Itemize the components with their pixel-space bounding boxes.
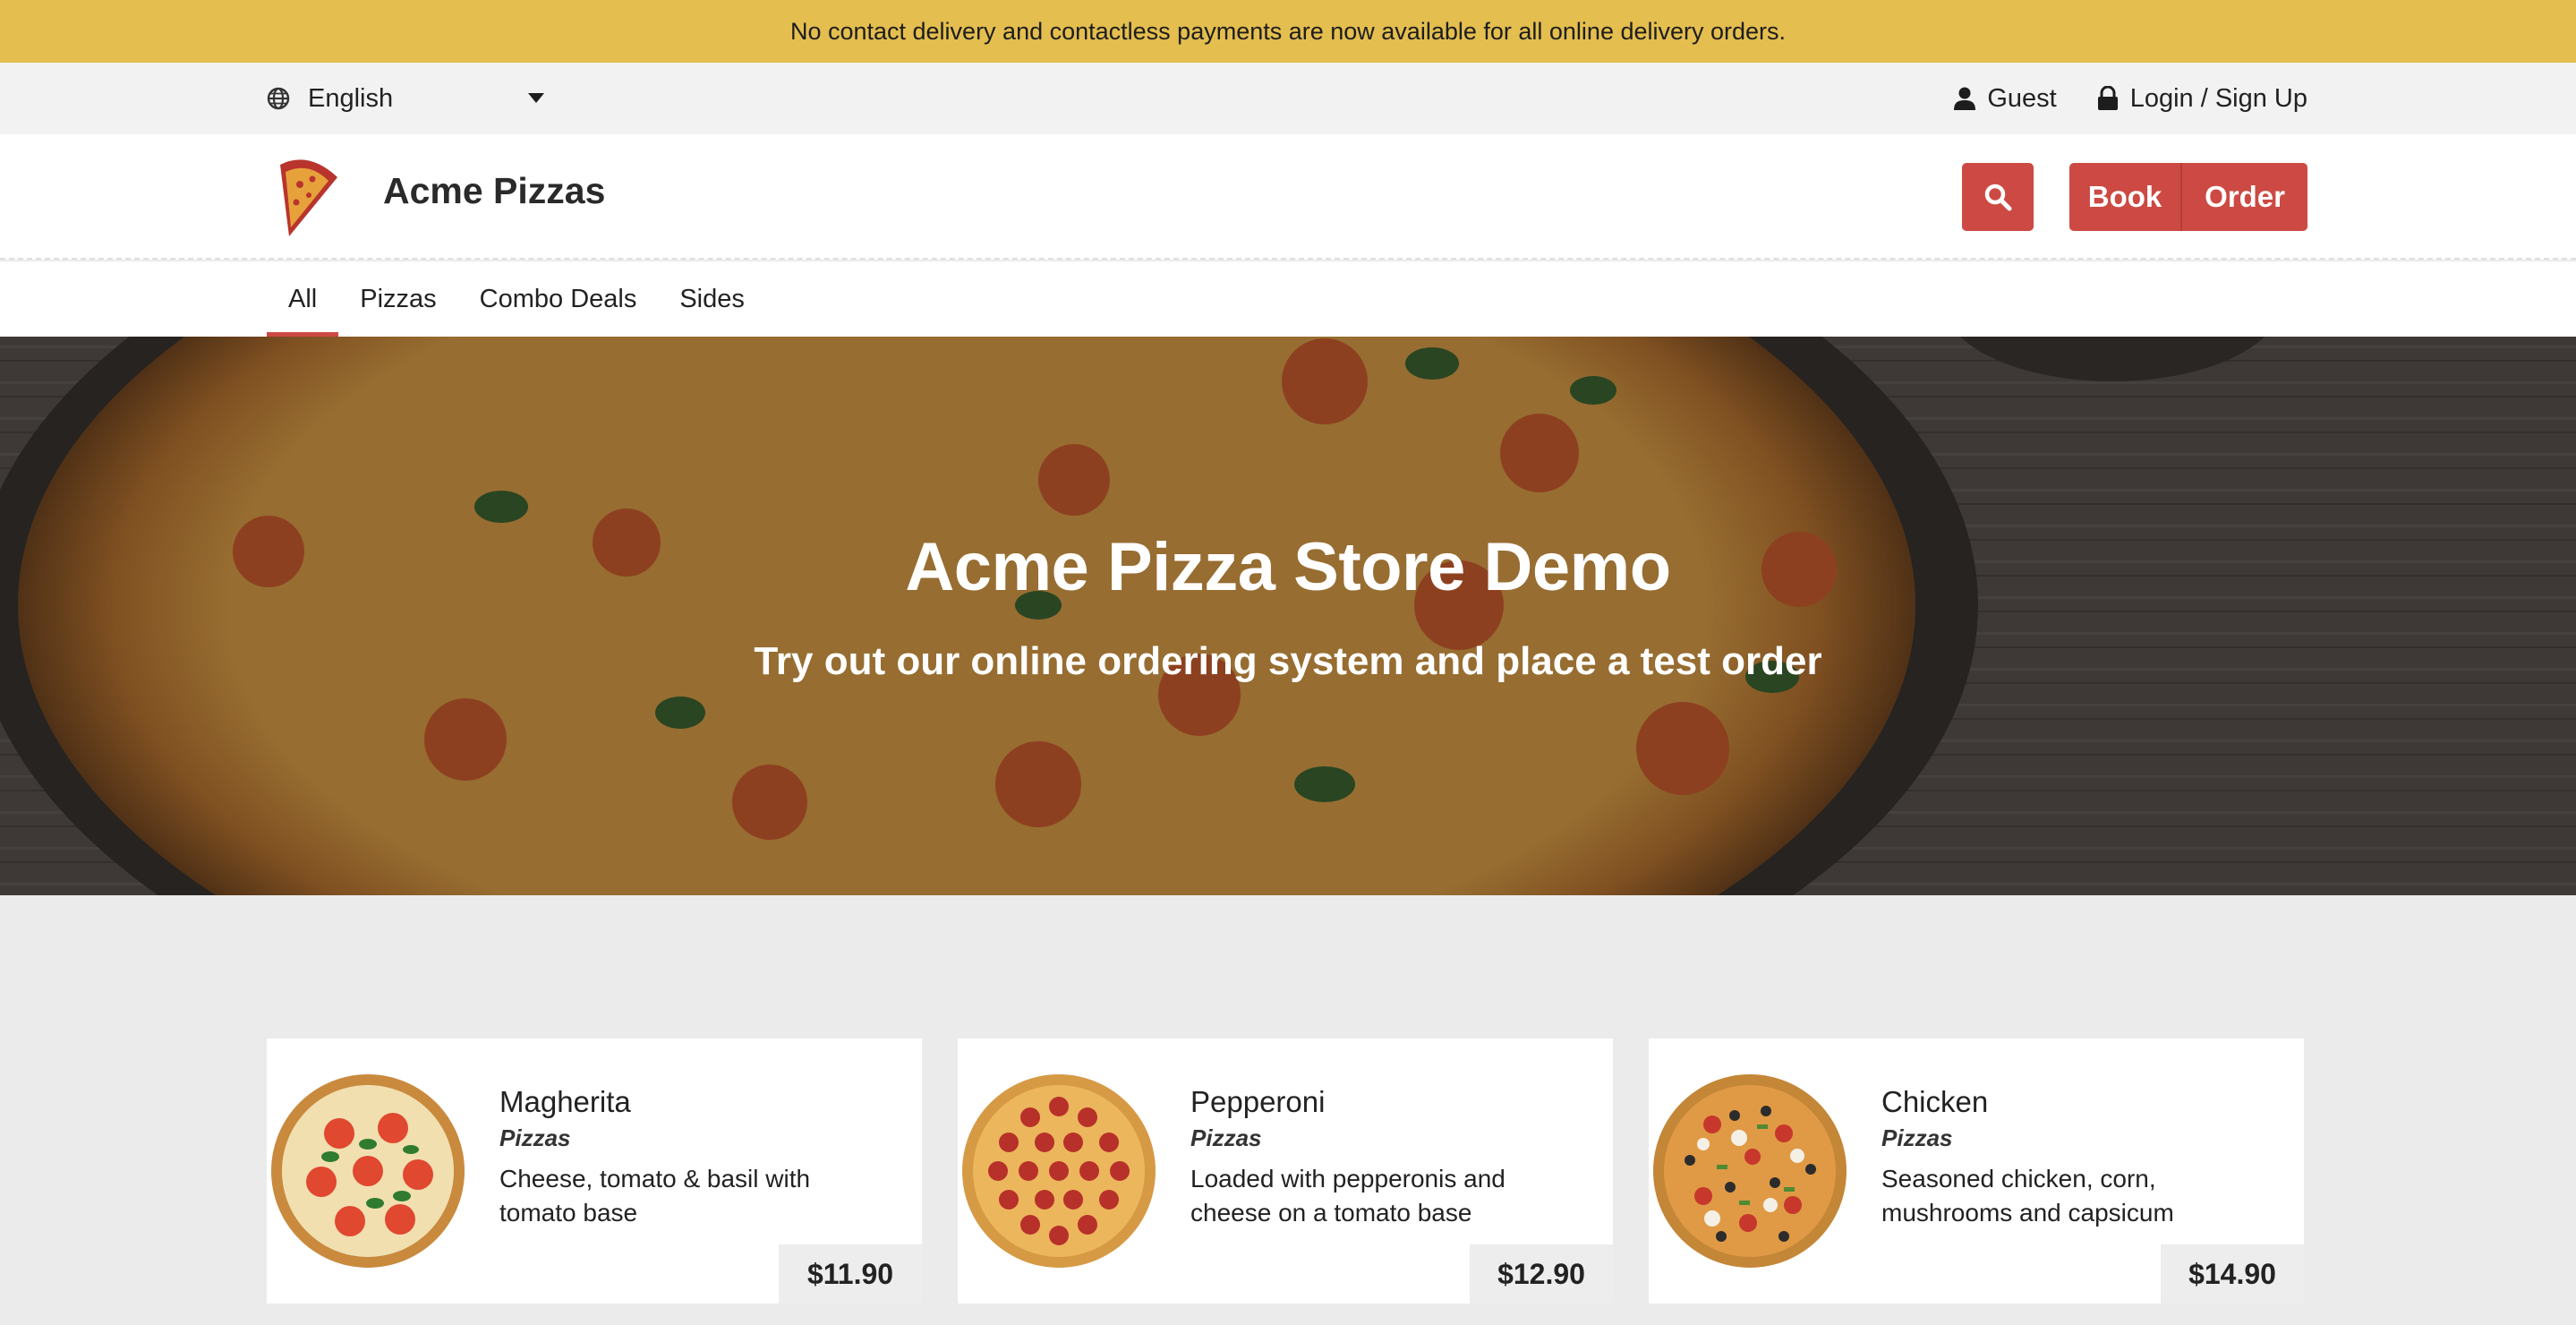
account-links: Guest Login / Sign Up — [1953, 63, 2307, 134]
search-icon — [1984, 184, 2012, 211]
chevron-down-icon — [528, 93, 544, 103]
book-button[interactable]: Book — [2069, 163, 2182, 231]
chicken-pizza-image — [1653, 1074, 1847, 1268]
guest-label: Guest — [1987, 83, 2057, 113]
product-image — [1649, 1039, 1851, 1304]
product-image — [958, 1039, 1160, 1304]
hero-title: Acme Pizza Store Demo — [905, 529, 1671, 605]
login-label: Login / Sign Up — [2129, 83, 2307, 113]
product-category: Pizzas — [1881, 1124, 1953, 1151]
search-button[interactable] — [1962, 163, 2034, 231]
product-image — [267, 1039, 469, 1304]
hero-banner: Acme Pizza Store Demo Try out our online… — [0, 337, 2576, 895]
order-button[interactable]: Order — [2182, 163, 2307, 231]
product-price: $12.90 — [1470, 1244, 1613, 1304]
product-description: Cheese, tomato & basil with tomato base — [499, 1165, 811, 1227]
tab-all[interactable]: All — [267, 261, 339, 337]
product-description: Loaded with pepperonis and cheese on a t… — [1190, 1165, 1506, 1227]
globe-icon — [267, 87, 290, 110]
product-card-pepperoni[interactable]: Pepperoni Pizzas Loaded with pepperonis … — [958, 1039, 1613, 1304]
product-card-chicken[interactable]: Chicken Pizzas Seasoned chicken, corn, m… — [1649, 1039, 2304, 1304]
product-price: $14.90 — [2161, 1244, 2304, 1304]
product-name[interactable]: Magherita — [499, 1085, 631, 1119]
tab-sides[interactable]: Sides — [658, 261, 766, 337]
hero-overlay — [0, 337, 2576, 895]
site-header: Acme Pizzas Book Order — [0, 134, 2576, 260]
margherita-pizza-image — [271, 1074, 465, 1268]
product-description: Seasoned chicken, corn, mushrooms and ca… — [1881, 1165, 2174, 1227]
login-signup-link[interactable]: Login / Sign Up — [2096, 84, 2307, 114]
product-category: Pizzas — [499, 1124, 571, 1151]
language-selector[interactable]: English — [267, 63, 544, 134]
category-nav: All Pizzas Combo Deals Sides — [0, 261, 2576, 337]
pizza-slice-logo[interactable] — [273, 147, 345, 244]
language-label: English — [308, 83, 394, 113]
pepperoni-pizza-image — [962, 1074, 1156, 1268]
user-icon — [1954, 87, 1976, 110]
product-category: Pizzas — [1190, 1124, 1262, 1151]
guest-link[interactable]: Guest — [1953, 83, 2057, 114]
product-price: $11.90 — [779, 1244, 922, 1304]
brand-name[interactable]: Acme Pizzas — [383, 170, 605, 212]
announcement-text: No contact delivery and contactless paym… — [789, 17, 1787, 45]
product-card-magherita[interactable]: Magherita Pizzas Cheese, tomato & basil … — [267, 1039, 922, 1304]
lock-icon — [2097, 86, 2118, 110]
announcement-bar: No contact delivery and contactless paym… — [0, 0, 2576, 63]
tab-combo-deals[interactable]: Combo Deals — [458, 261, 659, 337]
product-name[interactable]: Chicken — [1881, 1085, 1988, 1119]
utility-bar: English Guest Login / Sign Up — [0, 63, 2576, 134]
book-order-button-group: Book Order — [2069, 163, 2307, 231]
tab-pizzas[interactable]: Pizzas — [338, 261, 457, 337]
hero-subtitle: Try out our online ordering system and p… — [754, 639, 1822, 683]
product-name[interactable]: Pepperoni — [1190, 1085, 1325, 1119]
